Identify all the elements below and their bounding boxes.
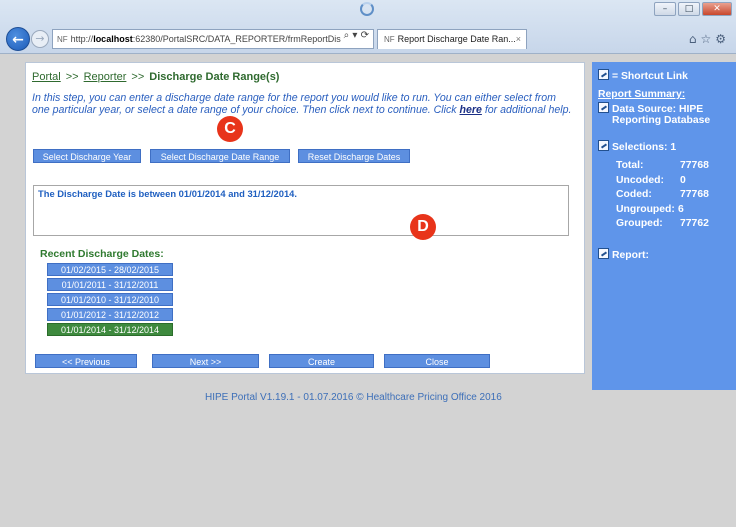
breadcrumb-reporter-link[interactable]: Reporter	[84, 71, 127, 83]
close-window-button[interactable]: ✕	[702, 2, 732, 16]
report-label: Report:	[612, 250, 649, 261]
annotation-marker-d: D	[410, 214, 436, 240]
recent-date-item[interactable]: 01/01/2011 - 31/12/2011	[47, 278, 173, 291]
tab-title: Report Discharge Date Ran...	[397, 34, 516, 44]
stat-label: Grouped:	[616, 218, 663, 229]
annotation-marker-c: C	[217, 116, 243, 142]
report-summary-link[interactable]: Report Summary:	[598, 89, 685, 100]
select-discharge-year-button[interactable]: Select Discharge Year	[33, 149, 141, 163]
address-tools-icon[interactable]: ⌕ ▾ ⟳	[344, 30, 369, 41]
data-source-label: Data Source: HIPE	[612, 104, 704, 115]
breadcrumb-separator: >>	[131, 71, 145, 83]
address-bar[interactable]: NF http://localhost:62380/PortalSRC/DATA_…	[52, 29, 374, 49]
report-link[interactable]: Report:	[598, 248, 649, 261]
favicon-icon: NF	[57, 35, 68, 44]
tab-close-icon[interactable]: ×	[516, 30, 521, 49]
back-button[interactable]: ←	[6, 27, 30, 51]
url-path: :62380/PortalSRC/DATA_REPORTER/frmReport…	[132, 34, 341, 44]
stat-label: Coded:	[616, 189, 652, 200]
breadcrumb: Portal >> Reporter >> Discharge Date Range(s…	[32, 71, 279, 83]
maximize-button[interactable]: □	[678, 2, 700, 16]
selections-label: Selections: 1	[612, 142, 677, 153]
toolbar-icons: ⌂☆⚙	[689, 32, 730, 46]
breadcrumb-current: Discharge Date Range(s)	[149, 71, 280, 83]
shortcut-link-icon	[598, 140, 609, 151]
close-button[interactable]: Close	[384, 354, 490, 368]
recent-dates-title: Recent Discharge Dates:	[40, 248, 164, 260]
intro-text: In this step, you can enter a discharge …	[32, 92, 572, 116]
shortcut-legend-label: = Shortcut Link	[612, 71, 688, 82]
recent-date-item[interactable]: 01/01/2014 - 31/12/2014	[47, 323, 173, 336]
stat-label: Ungrouped:	[616, 203, 675, 215]
select-discharge-date-range-button[interactable]: Select Discharge Date Range	[150, 149, 290, 163]
breadcrumb-separator: >>	[65, 71, 79, 83]
stat-label: Uncoded:	[616, 174, 664, 186]
favorites-star-icon[interactable]: ☆	[700, 32, 715, 46]
data-source-label-line2: Reporting Database	[612, 115, 711, 126]
shortcut-legend: = Shortcut Link	[598, 69, 688, 82]
shortcut-link-icon	[598, 69, 609, 80]
recent-date-item[interactable]: 01/02/2015 - 28/02/2015	[47, 263, 173, 276]
tab-favicon-icon: NF	[384, 35, 395, 44]
recent-date-item[interactable]: 01/01/2010 - 31/12/2010	[47, 293, 173, 306]
data-source-link[interactable]: Data Source: HIPE	[598, 102, 703, 115]
settings-gear-icon[interactable]: ⚙	[715, 32, 730, 46]
previous-button[interactable]: << Previous	[35, 354, 137, 368]
minimize-button[interactable]: –	[654, 2, 676, 16]
help-link[interactable]: here	[460, 104, 482, 116]
recent-date-item[interactable]: 01/01/2012 - 31/12/2012	[47, 308, 173, 321]
breadcrumb-portal-link[interactable]: Portal	[32, 71, 61, 83]
intro-text-part: for additional help.	[481, 104, 572, 116]
home-icon[interactable]: ⌂	[689, 32, 701, 46]
stat-value: 77768	[680, 189, 709, 200]
create-button[interactable]: Create	[269, 354, 374, 368]
footer-copyright: HIPE Portal V1.19.1 - 01.07.2016 © Healt…	[205, 392, 502, 403]
window-controls: – □ ✕	[654, 2, 732, 16]
date-range-description: The Discharge Date is between 01/01/2014…	[33, 185, 569, 236]
shortcut-link-icon	[598, 102, 609, 113]
browser-chrome: – □ ✕ ← → NF http://localhost:62380/Porta…	[0, 0, 736, 54]
stat-label: Total:	[616, 160, 644, 171]
url-prefix: http://	[70, 34, 94, 44]
stat-value: 0	[680, 174, 686, 186]
selections-link[interactable]: Selections: 1	[598, 140, 676, 153]
report-summary-sidebar: = Shortcut Link Report Summary: Data Sou…	[592, 62, 736, 390]
stat-value: 77762	[680, 218, 709, 229]
url-host: localhost	[93, 34, 133, 44]
reset-discharge-dates-button[interactable]: Reset Discharge Dates	[298, 149, 410, 163]
next-button[interactable]: Next >>	[152, 354, 259, 368]
loading-spinner-icon	[360, 2, 374, 16]
shortcut-link-icon	[598, 248, 609, 259]
stat-value: 6	[678, 203, 684, 215]
browser-tab[interactable]: NF Report Discharge Date Ran... ×	[377, 29, 527, 49]
stat-value: 77768	[680, 160, 709, 171]
main-panel: Portal >> Reporter >> Discharge Date Range(s…	[25, 62, 585, 374]
forward-button[interactable]: →	[31, 30, 49, 48]
